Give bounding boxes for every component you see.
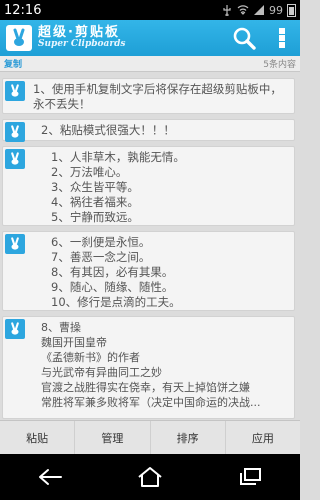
more-vertical-icon	[279, 28, 285, 48]
victory-hand-icon	[11, 237, 19, 250]
victory-hand-icon	[11, 152, 19, 165]
clip-item[interactable]: 2、粘贴模式很强大！！！	[2, 119, 295, 142]
app-subtitle: Super Clipboards	[38, 39, 126, 50]
app-logo	[6, 25, 32, 51]
section-label: 复制	[4, 60, 23, 70]
signal-icon	[254, 5, 264, 15]
clip-badge	[5, 122, 25, 142]
clip-badge	[5, 149, 25, 169]
home-button[interactable]	[130, 462, 170, 492]
victory-hand-icon	[13, 28, 25, 46]
status-bar: 12:16 99	[0, 0, 300, 20]
overflow-menu-button[interactable]	[270, 26, 294, 50]
app-title: 超级·剪贴板	[38, 25, 120, 41]
clip-item[interactable]: 1、使用手机复制文字后将保存在超级剪贴板中，永不丢失！	[2, 78, 295, 114]
back-arrow-icon	[39, 469, 62, 485]
system-nav-bar	[0, 454, 300, 500]
title-block: 超级·剪贴板 Super Clipboards	[38, 26, 125, 49]
bottom-tab-bar: 粘贴 管理 排序 应用	[0, 420, 300, 454]
clip-text: 2、粘贴模式很强大！！！	[41, 123, 175, 137]
sub-bar: 复制 5条内容	[0, 56, 300, 72]
clip-item[interactable]: 1、人非草木，孰能无情。 2、万法唯心。 3、众生皆平等。 4、祸往者福来。 5…	[2, 146, 295, 226]
recents-button[interactable]	[230, 462, 270, 492]
tab-paste[interactable]: 粘贴	[0, 421, 76, 454]
victory-hand-icon	[11, 125, 19, 138]
victory-hand-icon	[11, 322, 19, 335]
battery-percent: 99	[269, 3, 283, 17]
clip-item[interactable]: 8、曹操 魏国开国皇帝 《孟德新书》的作者 与光武帝有异曲同工之妙 官渡之战胜得…	[2, 316, 295, 419]
search-icon	[233, 27, 256, 50]
clip-text: 8、曹操 魏国开国皇帝 《孟德新书》的作者 与光武帝有异曲同工之妙 官渡之战胜得…	[41, 321, 261, 409]
battery-icon	[287, 3, 296, 17]
home-icon	[138, 467, 162, 487]
status-time: 12:16	[4, 2, 42, 18]
clip-list[interactable]: 1、使用手机复制文字后将保存在超级剪贴板中，永不丢失！ 2、粘贴模式很强大！！！…	[0, 74, 300, 420]
clip-text: 1、使用手机复制文字后将保存在超级剪贴板中，永不丢失！	[33, 82, 282, 111]
clip-text: 1、人非草木，孰能无情。 2、万法唯心。 3、众生皆平等。 4、祸往者福来。 5…	[51, 150, 185, 224]
item-count: 5条内容	[263, 60, 296, 70]
clip-badge	[5, 319, 25, 339]
wifi-icon	[237, 5, 249, 15]
app-header: 超级·剪贴板 Super Clipboards	[0, 20, 300, 56]
usb-icon	[223, 5, 231, 16]
clip-item[interactable]: 6、一刹便是永恒。 7、善恶一念之间。 8、有其因，必有其果。 9、随心、随缘、…	[2, 231, 295, 311]
clip-badge	[5, 234, 25, 254]
recent-apps-icon	[240, 468, 261, 485]
search-button[interactable]	[232, 26, 256, 50]
back-button[interactable]	[30, 462, 70, 492]
status-icons: 99	[221, 3, 296, 17]
clip-text: 6、一刹便是永恒。 7、善恶一念之间。 8、有其因，必有其果。 9、随心、随缘、…	[51, 235, 181, 309]
tab-sort[interactable]: 排序	[151, 421, 226, 454]
header-actions	[232, 26, 294, 50]
tab-manage[interactable]: 管理	[75, 421, 151, 454]
tab-apps[interactable]: 应用	[226, 421, 300, 454]
